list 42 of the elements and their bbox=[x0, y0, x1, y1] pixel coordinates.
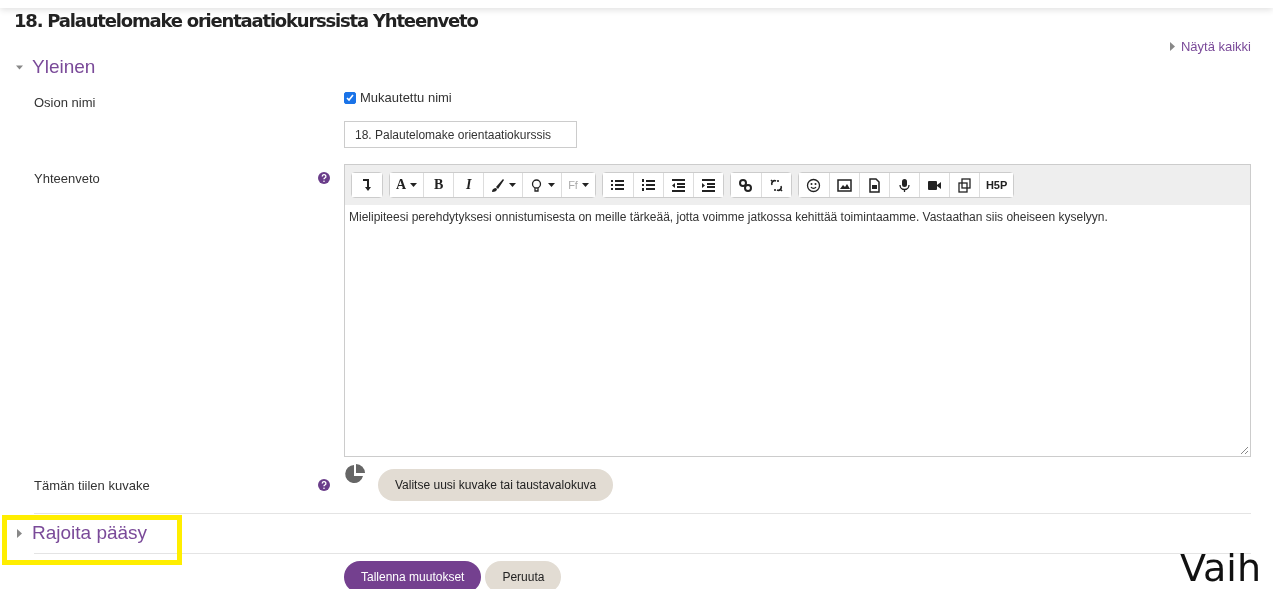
link-icon bbox=[738, 177, 754, 193]
bullet-list-icon bbox=[610, 177, 626, 193]
text-editor[interactable]: A B I Ff H5P Mielipiteesi perehdytyksesi onnistumisesta on meille tärkeää, jotta voimme jatkossa kehittää toimintaamme. Vastaathan siis oheiseen kyselyyn. bbox=[344, 164, 1251, 457]
section-header[interactable]: Rajoita pääsy bbox=[14, 514, 148, 553]
expand-arrow-icon bbox=[16, 528, 23, 538]
pie-chart-icon bbox=[344, 463, 366, 485]
field-label: Tämän tiilen kuvake bbox=[34, 477, 151, 493]
section-name-input[interactable]: 18. Palautelomake orientaatiokurssis bbox=[344, 121, 577, 148]
caret-icon bbox=[548, 183, 556, 187]
checkbox-label: Mukautettu nimi bbox=[360, 90, 452, 105]
h5p-button[interactable]: H5P bbox=[978, 173, 1014, 197]
editor-text: Mielipiteesi perehdytyksesi onnistumisesta on meille tärkeää, jotta voimme jatkossa kehittää toimintaamme. Vastaathan siis oheiseen kyselyyn. bbox=[349, 210, 1108, 224]
field-label: Yhteenveto bbox=[34, 171, 101, 186]
unlink-button[interactable] bbox=[760, 173, 791, 197]
expand-arrow-icon bbox=[1168, 42, 1176, 51]
indent-button[interactable] bbox=[692, 173, 723, 197]
microphone-icon bbox=[896, 177, 912, 193]
save-button[interactable]: Tallenna muutokset bbox=[344, 561, 482, 589]
choose-icon-button[interactable]: Valitse uusi kuvake tai taustavalokuva bbox=[378, 469, 614, 501]
overlay-text: Vaih bbox=[1180, 546, 1261, 589]
show-all-link[interactable]: Näytä kaikki bbox=[1168, 39, 1251, 54]
numbered-list-icon bbox=[640, 177, 656, 193]
indent-icon bbox=[700, 177, 716, 193]
unlink-icon bbox=[768, 177, 784, 193]
enter-button[interactable] bbox=[352, 173, 382, 197]
brush-icon bbox=[490, 177, 506, 193]
cancel-button[interactable]: Peruuta bbox=[485, 561, 562, 589]
help-icon[interactable] bbox=[318, 172, 330, 184]
smiley-icon bbox=[806, 177, 822, 193]
checkbox[interactable] bbox=[344, 91, 356, 104]
page-title: 18. Palautelomake orientaatiokurssista Yhteenveto bbox=[14, 10, 479, 31]
outdent-icon bbox=[670, 177, 686, 193]
caret-icon bbox=[509, 183, 517, 187]
copy-icon bbox=[956, 177, 972, 193]
caret-icon bbox=[410, 183, 418, 187]
document-icon bbox=[866, 177, 882, 193]
help-icon[interactable] bbox=[318, 479, 330, 491]
section-header[interactable]: Yleinen bbox=[16, 56, 96, 78]
resize-handle-icon[interactable] bbox=[1240, 446, 1248, 454]
caret-icon bbox=[581, 183, 589, 187]
image-icon bbox=[836, 177, 852, 193]
field-label: Osion nimi bbox=[34, 95, 97, 110]
